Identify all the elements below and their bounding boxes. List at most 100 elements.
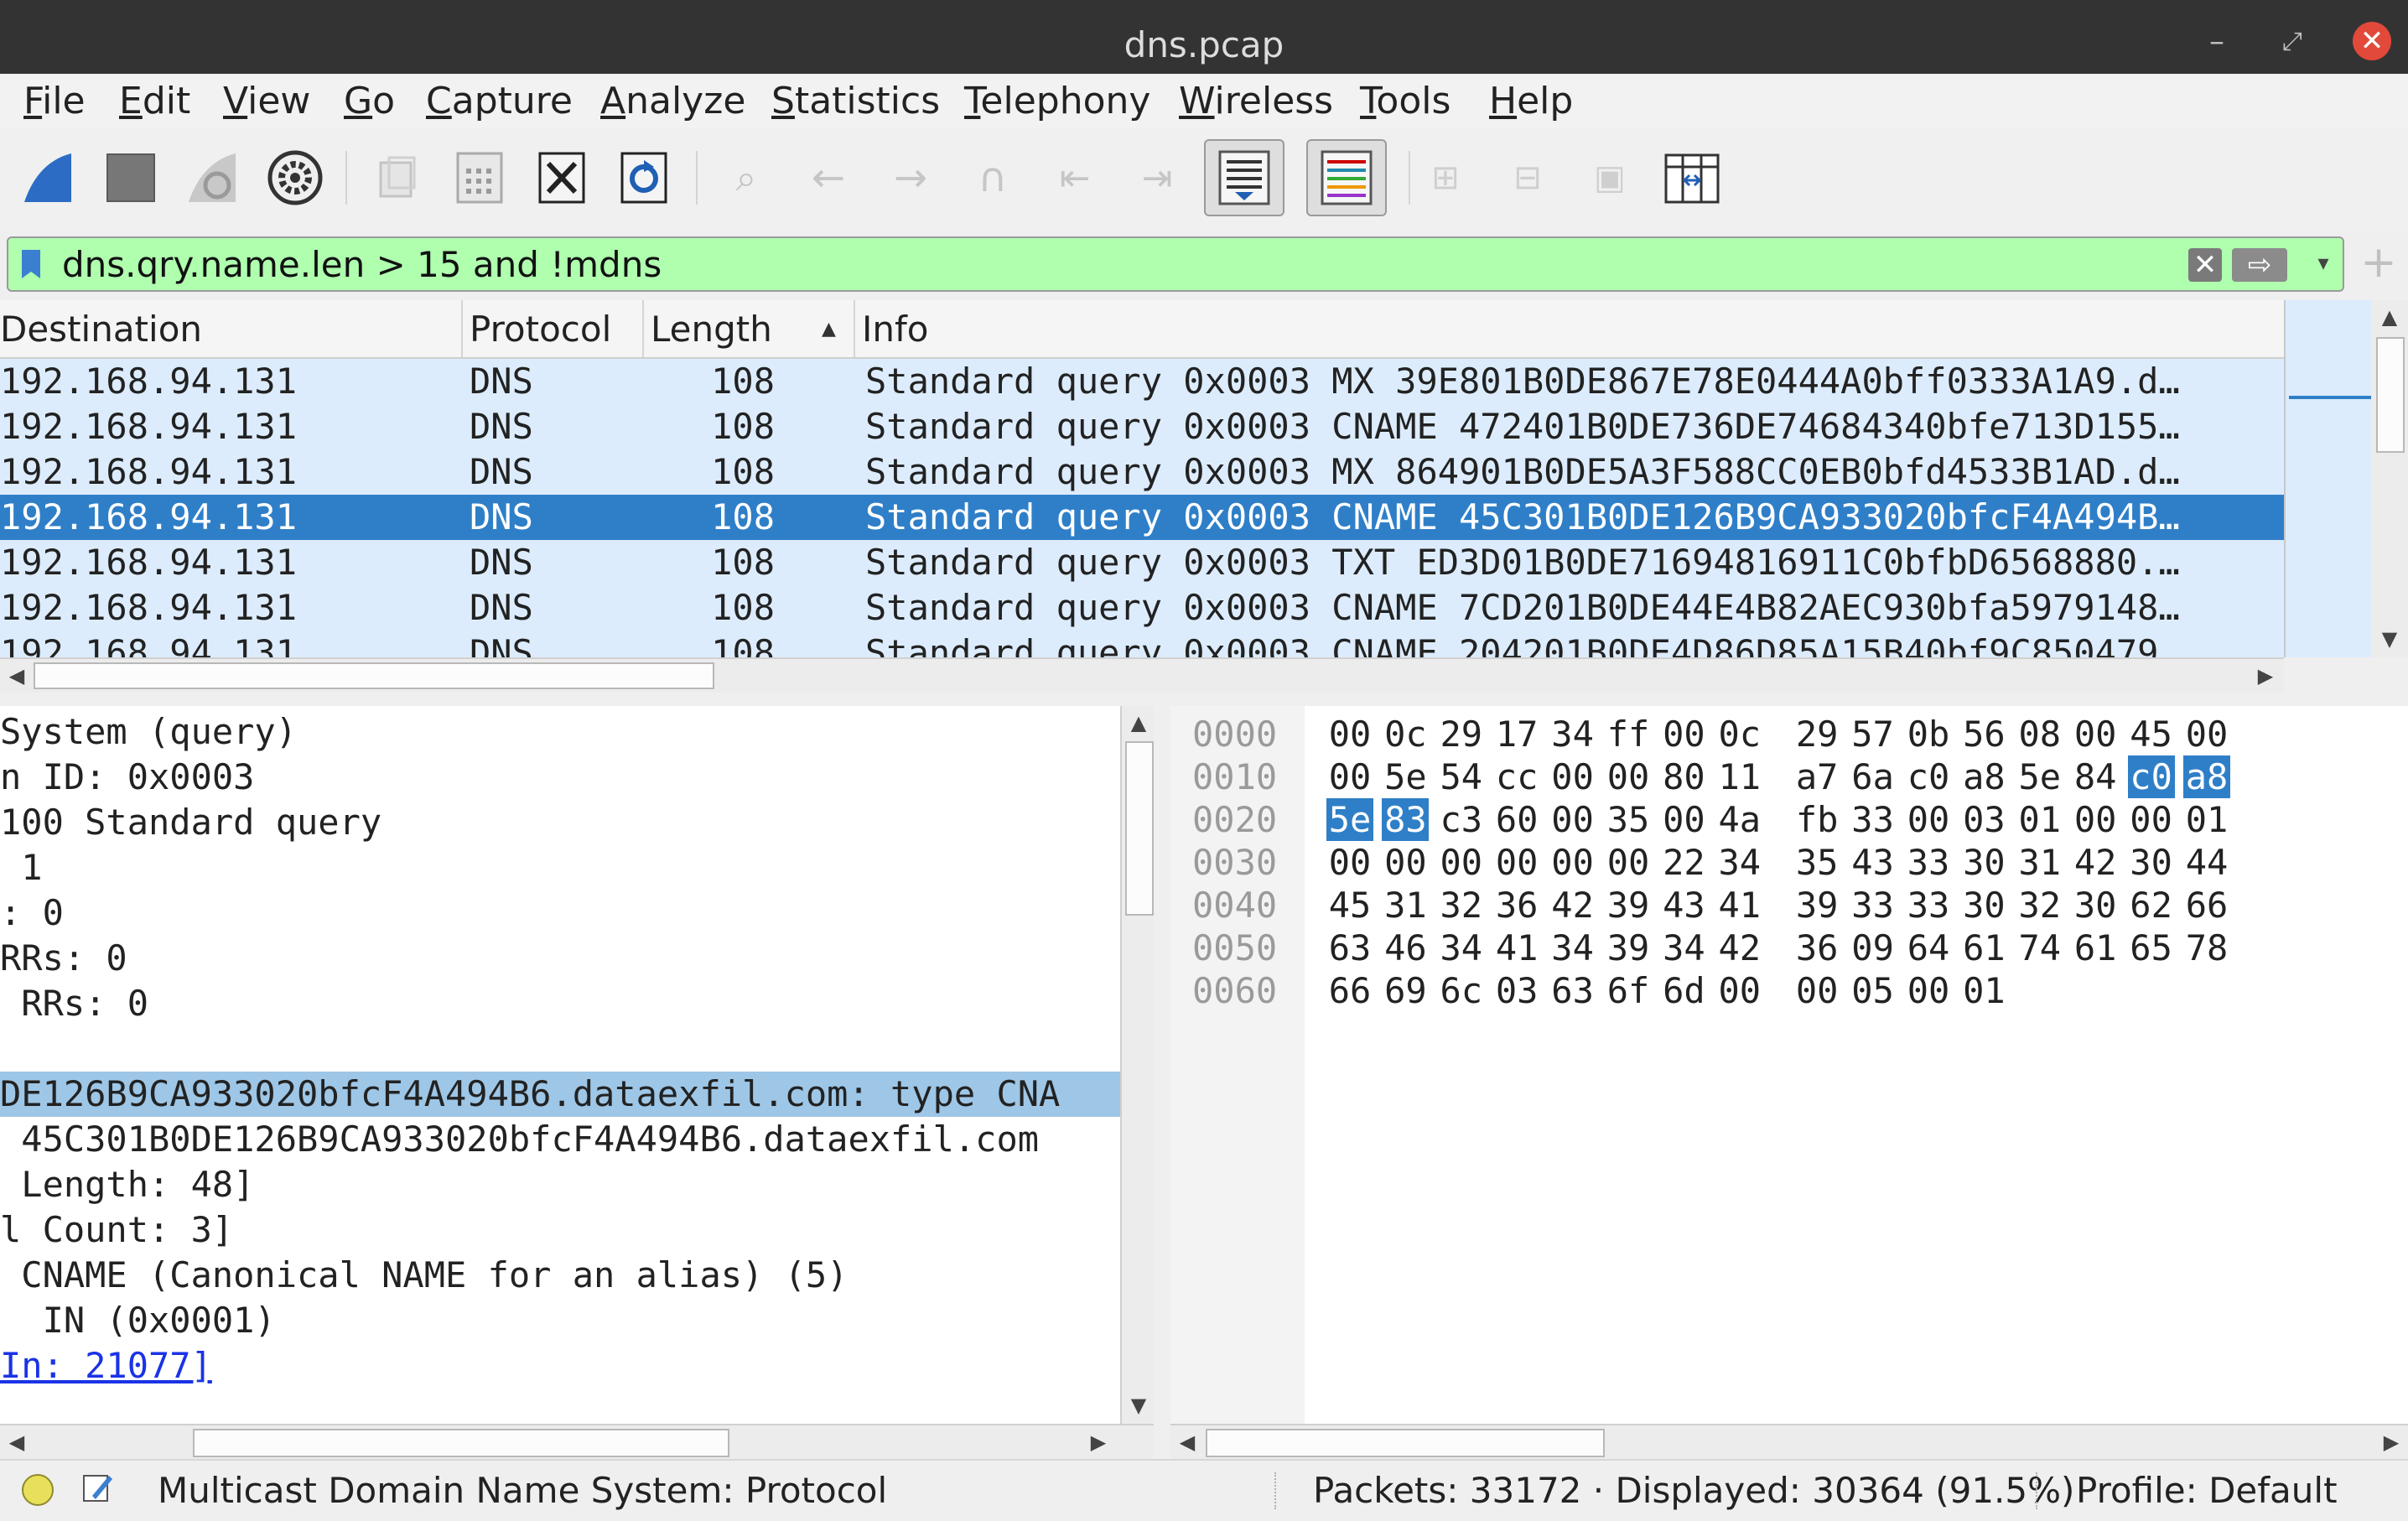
- hex-byte[interactable]: 6d: [1660, 969, 1707, 1012]
- hex-byte[interactable]: 42: [2072, 841, 2119, 884]
- packet-list[interactable]: Destination Protocol Length ▲ Info 192.16…: [0, 300, 2284, 657]
- hex-byte[interactable]: fb: [1793, 798, 1840, 841]
- open-file-icon[interactable]: [362, 143, 433, 213]
- hex-byte[interactable]: 61: [1960, 927, 2007, 969]
- hex-byte[interactable]: 17: [1493, 713, 1540, 755]
- hex-byte[interactable]: 32: [1438, 884, 1485, 927]
- hex-byte[interactable]: 33: [1905, 841, 1952, 884]
- hex-byte[interactable]: 31: [1382, 884, 1429, 927]
- hex-byte[interactable]: ff: [1605, 713, 1652, 755]
- normal-size-icon[interactable]: ▣: [1575, 143, 1645, 213]
- hex-byte[interactable]: 00: [1493, 841, 1540, 884]
- save-file-icon[interactable]: [444, 143, 515, 213]
- hex-byte[interactable]: a8: [2183, 755, 2230, 798]
- menu-help[interactable]: Help: [1489, 74, 1573, 129]
- hex-byte[interactable]: 00: [2183, 713, 2230, 755]
- scroll-right-icon[interactable]: ▶: [2249, 659, 2282, 693]
- hex-byte[interactable]: 22: [1660, 841, 1707, 884]
- hex-byte[interactable]: 61: [2072, 927, 2119, 969]
- filter-history-dropdown-icon[interactable]: ▾: [2311, 247, 2336, 280]
- details-row[interactable]: 1: [0, 845, 1120, 890]
- scroll-down-icon[interactable]: ▼: [2373, 622, 2406, 656]
- column-info[interactable]: Info: [855, 300, 2284, 357]
- scroll-up-icon[interactable]: ▲: [2373, 300, 2406, 334]
- details-hscroll-thumb[interactable]: [193, 1429, 729, 1457]
- hex-byte[interactable]: 30: [1960, 841, 2007, 884]
- hex-byte[interactable]: 66: [2183, 884, 2230, 927]
- add-filter-button-icon[interactable]: +: [2358, 236, 2400, 288]
- hex-byte[interactable]: 63: [1326, 927, 1373, 969]
- display-filter-input[interactable]: dns.qry.name.len > 15 and !mdns: [62, 238, 662, 290]
- hex-byte[interactable]: 00: [2072, 713, 2119, 755]
- hex-byte[interactable]: 6c: [1438, 969, 1485, 1012]
- hex-byte[interactable]: 33: [1905, 884, 1952, 927]
- hex-byte[interactable]: 00: [1793, 969, 1840, 1012]
- hex-byte[interactable]: 65: [2128, 927, 2175, 969]
- packet-row[interactable]: 192.168.94.131 DNS 108 Standard query 0x000…: [0, 631, 2284, 657]
- hex-byte[interactable]: 30: [2128, 841, 2175, 884]
- column-destination[interactable]: Destination: [0, 300, 463, 357]
- hex-byte[interactable]: 5e: [2016, 755, 2063, 798]
- hex-byte[interactable]: 00: [1549, 755, 1596, 798]
- menu-capture[interactable]: Capture: [426, 74, 573, 129]
- hex-byte[interactable]: 00: [1549, 841, 1596, 884]
- hex-byte[interactable]: 0c: [1382, 713, 1429, 755]
- packet-row[interactable]: 192.168.94.131 DNS 108 Standard query 0x000…: [0, 404, 2284, 449]
- hex-byte[interactable]: 39: [1793, 884, 1840, 927]
- hex-byte[interactable]: 0b: [1905, 713, 1952, 755]
- hex-byte[interactable]: c0: [2127, 755, 2175, 798]
- reload-file-icon[interactable]: [609, 143, 679, 213]
- find-packet-icon[interactable]: ⌕: [711, 143, 781, 213]
- packet-row[interactable]: 192.168.94.131 DNS 108 Standard query 0x000…: [0, 359, 2284, 404]
- details-vertical-scrollbar[interactable]: ▲ ▼: [1120, 706, 1155, 1424]
- hex-byte[interactable]: 00: [1605, 755, 1652, 798]
- hex-byte[interactable]: 43: [1660, 884, 1707, 927]
- resize-columns-icon[interactable]: [1657, 143, 1727, 213]
- restart-capture-icon[interactable]: [178, 143, 248, 213]
- details-vscroll-thumb[interactable]: [1125, 741, 1154, 916]
- scroll-left-icon[interactable]: ◀: [0, 1425, 34, 1459]
- hex-byte[interactable]: 01: [2183, 798, 2230, 841]
- hex-byte[interactable]: c3: [1438, 798, 1485, 841]
- menu-edit[interactable]: Edit: [119, 74, 190, 129]
- hex-byte[interactable]: 29: [1438, 713, 1485, 755]
- details-row[interactable]: : 0: [0, 890, 1120, 936]
- hex-byte[interactable]: 60: [1493, 798, 1540, 841]
- hex-byte[interactable]: 11: [1716, 755, 1763, 798]
- menu-wireless[interactable]: Wireless: [1179, 74, 1333, 129]
- scroll-left-icon[interactable]: ◀: [0, 659, 34, 693]
- hex-byte[interactable]: 00: [1905, 969, 1952, 1012]
- bytes-hscroll-thumb[interactable]: [1206, 1429, 1605, 1457]
- apply-filter-icon[interactable]: ⇨: [2232, 248, 2287, 282]
- hex-byte[interactable]: 5e: [1382, 755, 1429, 798]
- hex-byte[interactable]: 00: [1660, 798, 1707, 841]
- hex-byte[interactable]: 34: [1660, 927, 1707, 969]
- hex-byte[interactable]: 30: [2072, 884, 2119, 927]
- hex-byte[interactable]: 62: [2128, 884, 2175, 927]
- hex-byte[interactable]: 00: [1382, 841, 1429, 884]
- hex-byte[interactable]: 44: [2183, 841, 2230, 884]
- details-row[interactable]: System (query): [0, 709, 1120, 755]
- details-row[interactable]: CNAME (Canonical NAME for an alias) (5): [0, 1253, 1120, 1298]
- hex-byte[interactable]: a8: [1960, 755, 2007, 798]
- hex-byte[interactable]: 00: [2128, 798, 2175, 841]
- hex-byte[interactable]: 00: [1438, 841, 1485, 884]
- capture-comment-icon[interactable]: [80, 1471, 114, 1504]
- last-packet-icon[interactable]: ⇥: [1122, 143, 1192, 213]
- hex-byte[interactable]: 09: [1850, 927, 1897, 969]
- details-horizontal-scrollbar[interactable]: ◀ ▶: [0, 1424, 1154, 1461]
- packet-list-hscroll-thumb[interactable]: [34, 662, 714, 689]
- hex-byte[interactable]: 69: [1382, 969, 1429, 1012]
- menu-statistics[interactable]: Statistics: [771, 74, 940, 129]
- hex-byte[interactable]: 00: [1549, 798, 1596, 841]
- column-protocol[interactable]: Protocol: [463, 300, 644, 357]
- details-row[interactable]: Length: 48]: [0, 1162, 1120, 1207]
- close-file-icon[interactable]: [527, 143, 597, 213]
- hex-byte[interactable]: 34: [1438, 927, 1485, 969]
- hex-byte[interactable]: 80: [1660, 755, 1707, 798]
- scroll-left-icon[interactable]: ◀: [1170, 1425, 1204, 1459]
- start-capture-icon[interactable]: [13, 143, 84, 213]
- hex-byte[interactable]: 08: [2016, 713, 2063, 755]
- packet-minimap[interactable]: [2284, 300, 2373, 657]
- hex-byte[interactable]: 00: [1716, 969, 1763, 1012]
